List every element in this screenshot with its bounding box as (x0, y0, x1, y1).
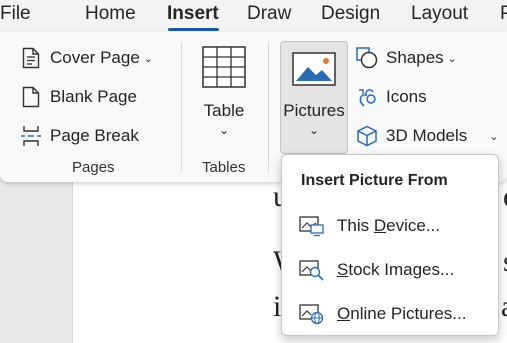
blank-page-button[interactable]: Blank Page (20, 86, 137, 108)
cover-page-label: Cover Page (50, 48, 140, 67)
picture-icon (292, 52, 336, 91)
cube-icon (356, 125, 378, 147)
dropdown-title: Insert Picture From (301, 172, 448, 189)
doc-text-fragment: e (503, 180, 507, 214)
icons-label: Icons (386, 87, 427, 106)
3d-models-label: 3D Models (386, 126, 468, 145)
this-device-label: This Device... (337, 216, 440, 235)
online-pictures-label: Online Pictures... (337, 304, 467, 323)
menu-bar: File Home Insert Draw Design Layout P (0, 0, 507, 32)
device-picture-icon (299, 215, 325, 237)
shapes-button[interactable]: Shapes ⌄ (356, 47, 457, 69)
pictures-button[interactable]: Pictures ⌄ (280, 41, 348, 154)
page-break-icon (20, 125, 42, 147)
icons-button[interactable]: Icons (356, 86, 427, 108)
shapes-icon (356, 47, 378, 69)
tab-design[interactable]: Design (321, 3, 380, 25)
chevron-down-icon: ⌄ (489, 130, 499, 143)
tab-home[interactable]: Home (85, 3, 136, 25)
online-pictures-menu-item[interactable]: Online Pictures... (282, 296, 498, 332)
page-break-button[interactable]: Page Break (20, 125, 139, 147)
tables-group-label: Tables (202, 159, 246, 176)
stock-images-menu-item[interactable]: Stock Images... (282, 252, 498, 288)
page-break-label: Page Break (50, 126, 139, 145)
shapes-label: Shapes (386, 48, 444, 67)
chevron-down-icon: ⌄ (447, 52, 457, 65)
tab-file[interactable]: File (0, 3, 31, 25)
table-button[interactable]: Table ⌄ (196, 46, 252, 137)
3d-models-button[interactable]: 3D Models ⌄ (356, 125, 498, 147)
cover-page-button[interactable]: Cover Page ⌄ (20, 47, 153, 69)
chevron-down-icon: ⌄ (308, 123, 320, 137)
chevron-down-icon: ⌄ (143, 52, 153, 65)
tab-insert[interactable]: Insert (167, 3, 219, 25)
icons-icon (356, 86, 378, 108)
blank-page-label: Blank Page (50, 87, 137, 106)
group-divider (181, 42, 182, 172)
tab-partial[interactable]: P (500, 3, 507, 25)
this-device-menu-item[interactable]: This Device... (282, 208, 498, 244)
group-divider (268, 42, 269, 172)
stock-images-label: Stock Images... (337, 260, 455, 279)
stock-images-icon (299, 259, 325, 281)
blank-page-icon (20, 86, 42, 108)
doc-text-fragment: s (503, 245, 507, 279)
pages-group-label: Pages (72, 159, 115, 176)
active-tab-indicator (168, 28, 219, 31)
doc-text-fragment: a (501, 290, 507, 324)
tab-draw[interactable]: Draw (247, 3, 291, 25)
pictures-label: Pictures (283, 101, 345, 120)
table-label: Table (203, 101, 245, 120)
online-pictures-icon (299, 303, 325, 325)
insert-picture-dropdown: Insert Picture From This Device... Stock… (281, 154, 499, 336)
tab-layout[interactable]: Layout (411, 3, 468, 25)
chevron-down-icon: ⌄ (218, 123, 230, 137)
cover-page-icon (20, 47, 42, 69)
table-icon (202, 46, 246, 93)
